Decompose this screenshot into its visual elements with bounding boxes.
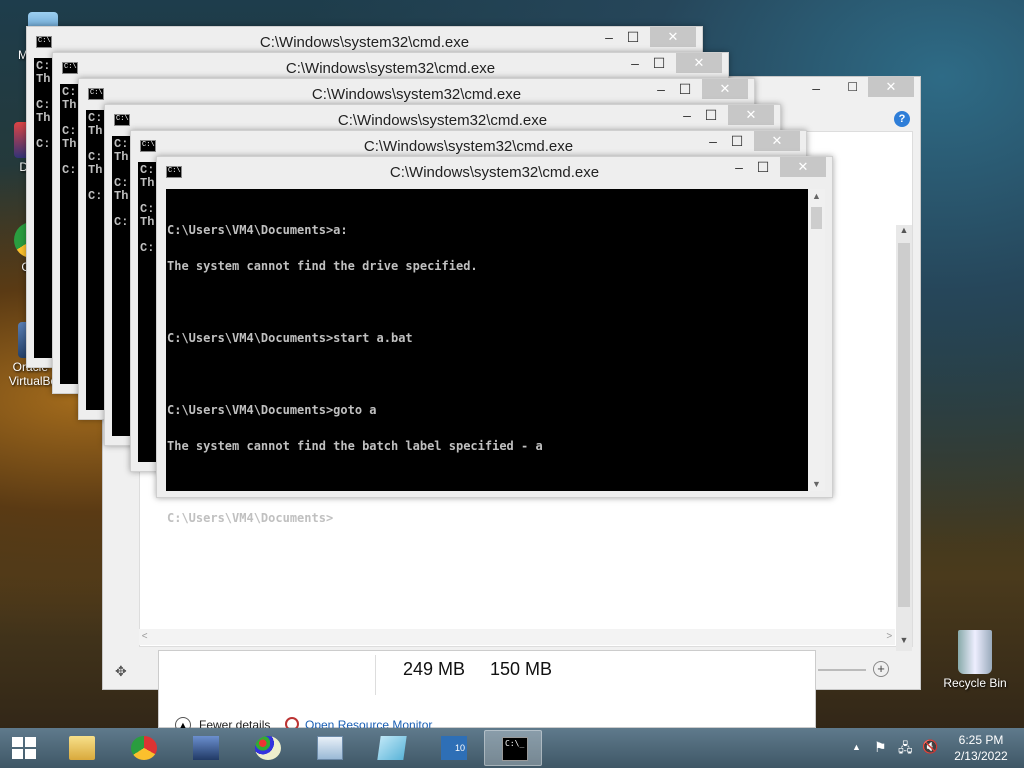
minimize-button[interactable]: – bbox=[728, 160, 750, 177]
horizontal-scrollbar[interactable]: < > bbox=[139, 629, 895, 645]
console[interactable]: C: Th C: Th C: bbox=[34, 58, 54, 358]
memory-value-b: 150 MB bbox=[490, 659, 553, 679]
close-button[interactable]: ✕ bbox=[780, 157, 826, 177]
memory-value-a: 249 MB bbox=[403, 659, 466, 679]
desktop: My C Data G C Oracle V VirtualBox Recycl… bbox=[0, 0, 1024, 768]
chrome-icon bbox=[131, 736, 157, 760]
minimize-button[interactable]: – bbox=[702, 134, 724, 151]
taskbar-chrome[interactable] bbox=[114, 730, 172, 766]
maximize-button[interactable]: ☐ bbox=[648, 56, 670, 73]
taskbar-file-explorer[interactable] bbox=[52, 730, 110, 766]
scroll-thumb[interactable] bbox=[811, 207, 822, 229]
console-line: The system cannot find the drive specifi… bbox=[167, 259, 478, 273]
zoom-slider[interactable] bbox=[818, 669, 866, 671]
scroll-up-icon[interactable]: ▲ bbox=[896, 225, 912, 241]
maximize-button[interactable]: ☐ bbox=[752, 160, 774, 177]
minimize-button[interactable]: ‒ bbox=[812, 80, 820, 96]
divider bbox=[375, 655, 376, 695]
maximize-button[interactable]: ☐ bbox=[726, 134, 748, 151]
paint-palette-icon bbox=[255, 736, 281, 760]
scroll-up-icon[interactable]: ▲ bbox=[808, 191, 825, 201]
console[interactable]: C:\Users\VM4\Documents>a: The system can… bbox=[166, 189, 825, 524]
network-icon[interactable]: 🖧 bbox=[898, 739, 913, 761]
title-bar[interactable]: C:\ C:\Windows\system32\cmd.exe – ☐ ✕ bbox=[157, 157, 832, 187]
close-button[interactable]: ✕ bbox=[754, 131, 800, 151]
minimize-button[interactable]: – bbox=[676, 108, 698, 125]
action-center-flag-icon[interactable]: ⚑ bbox=[874, 739, 887, 756]
virtualbox-icon bbox=[193, 736, 219, 760]
scroll-thumb[interactable] bbox=[898, 243, 910, 607]
taskbar-notepad[interactable] bbox=[362, 730, 420, 766]
vertical-scrollbar[interactable]: ▲ ▼ bbox=[896, 225, 912, 651]
task-manager-details-panel: 249 MB 150 MB ▲ Fewer details Open Resou… bbox=[158, 650, 816, 733]
console-line: C:\Users\VM4\Documents>goto a bbox=[167, 403, 377, 417]
taskbar-command-prompt[interactable]: C:\_ bbox=[484, 730, 542, 766]
console[interactable]: C: Th C: Th C: bbox=[60, 84, 80, 384]
scroll-down-icon[interactable]: ▼ bbox=[896, 635, 912, 651]
console[interactable]: C: Th C: Th C: bbox=[112, 136, 132, 436]
task-manager-icon bbox=[317, 736, 343, 760]
clock-time[interactable]: 6:25 PM bbox=[952, 733, 1010, 747]
taskbar-windows-10-setup[interactable]: 10 bbox=[424, 730, 482, 766]
minimize-button[interactable]: – bbox=[598, 30, 620, 47]
command-prompt-icon: C:\_ bbox=[502, 737, 528, 761]
close-button[interactable]: ✕ bbox=[676, 53, 722, 73]
maximize-button[interactable]: ☐ bbox=[847, 80, 858, 94]
cmd-window-active[interactable]: C:\ C:\Windows\system32\cmd.exe – ☐ ✕ C:… bbox=[156, 156, 833, 524]
close-button[interactable]: ✕ bbox=[868, 77, 914, 97]
close-button[interactable]: ✕ bbox=[650, 27, 696, 47]
console[interactable]: C: Th C: Th C: bbox=[138, 162, 158, 462]
folder-icon bbox=[69, 736, 95, 760]
start-button[interactable] bbox=[0, 728, 48, 768]
show-hidden-icons-button[interactable]: ▲ bbox=[852, 742, 861, 752]
windows-logo-icon bbox=[12, 737, 36, 759]
taskbar: 10 C:\_ ▲ ⚑ 🖧 🔇 6:25 PM 2/13/2022 bbox=[0, 728, 1024, 768]
maximize-button[interactable]: ☐ bbox=[622, 30, 644, 47]
console-line: C:\Users\VM4\Documents>a: bbox=[167, 223, 348, 237]
notepad-icon bbox=[377, 736, 407, 760]
recycle-bin-icon bbox=[958, 630, 992, 674]
move-icon[interactable]: ✥ bbox=[115, 663, 127, 680]
clock-date[interactable]: 2/13/2022 bbox=[948, 749, 1014, 763]
console-line: The system cannot find the batch label s… bbox=[167, 439, 543, 453]
zoom-in-icon[interactable]: + bbox=[873, 661, 889, 677]
scroll-down-icon[interactable]: ▼ bbox=[808, 479, 825, 489]
minimize-button[interactable]: – bbox=[650, 82, 672, 99]
taskbar-virtualbox[interactable] bbox=[176, 730, 234, 766]
close-button[interactable]: ✕ bbox=[728, 105, 774, 125]
maximize-button[interactable]: ☐ bbox=[700, 108, 722, 125]
console-line: C:\Users\VM4\Documents> bbox=[167, 511, 334, 525]
desktop-icon-recycle-bin[interactable]: Recycle Bin bbox=[942, 630, 1008, 690]
console[interactable]: C: Th C: Th C: bbox=[86, 110, 106, 410]
close-button[interactable]: ✕ bbox=[702, 79, 748, 99]
maximize-button[interactable]: ☐ bbox=[674, 82, 696, 99]
taskbar-task-manager[interactable] bbox=[300, 730, 358, 766]
taskbar-paint[interactable] bbox=[238, 730, 296, 766]
help-icon[interactable]: ? bbox=[894, 111, 910, 127]
windows-10-setup-icon: 10 bbox=[441, 736, 467, 760]
console-scrollbar[interactable]: ▲ ▼ bbox=[808, 189, 825, 491]
minimize-button[interactable]: – bbox=[624, 56, 646, 73]
console-line: C:\Users\VM4\Documents>start a.bat bbox=[167, 331, 413, 345]
console-output: C:\Users\VM4\Documents>a: The system can… bbox=[167, 200, 543, 548]
volume-muted-icon[interactable]: 🔇 bbox=[922, 739, 938, 755]
